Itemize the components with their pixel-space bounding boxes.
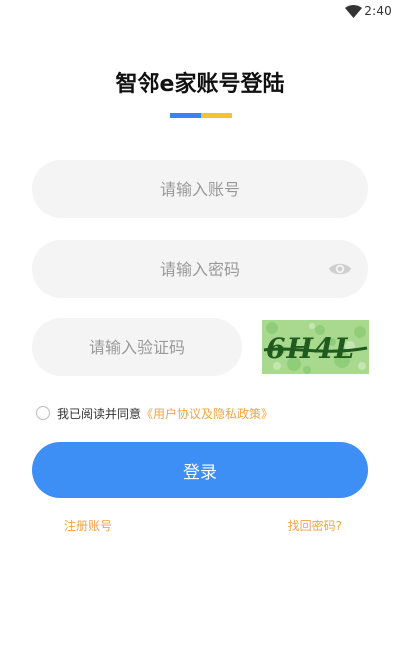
agreement-link[interactable]: 《用户协议及隐私政策》 <box>141 405 273 422</box>
login-button[interactable]: 登录 <box>32 442 368 498</box>
captcha-input[interactable] <box>32 318 242 376</box>
wifi-icon <box>345 5 362 18</box>
status-bar: 2:40 <box>0 0 400 24</box>
eye-icon[interactable] <box>328 260 352 278</box>
account-field <box>32 160 368 218</box>
page-title: 智邻e家账号登陆 <box>115 72 285 97</box>
status-time: 2:40 <box>364 4 392 18</box>
title-underline <box>170 113 232 118</box>
underline-yellow-segment <box>201 113 232 118</box>
captcha-field <box>32 318 242 376</box>
agreement-row: 我已阅读并同意 《用户协议及隐私政策》 <box>36 404 273 422</box>
password-input[interactable] <box>32 240 368 298</box>
forgot-password-link[interactable]: 找回密码? <box>288 517 342 534</box>
login-screen: 2:40 智邻e家账号登陆 请输入账号 请输入验证码 6H4L 我已阅读并同意 … <box>0 0 400 660</box>
agree-checkbox[interactable] <box>36 406 50 420</box>
underline-blue-segment <box>170 113 201 118</box>
agreement-text: 我已阅读并同意 <box>57 406 142 421</box>
captcha-image[interactable]: 6H4L <box>262 320 369 374</box>
password-field <box>32 240 368 298</box>
register-link[interactable]: 注册账号 <box>64 517 112 534</box>
account-input[interactable] <box>32 160 368 218</box>
